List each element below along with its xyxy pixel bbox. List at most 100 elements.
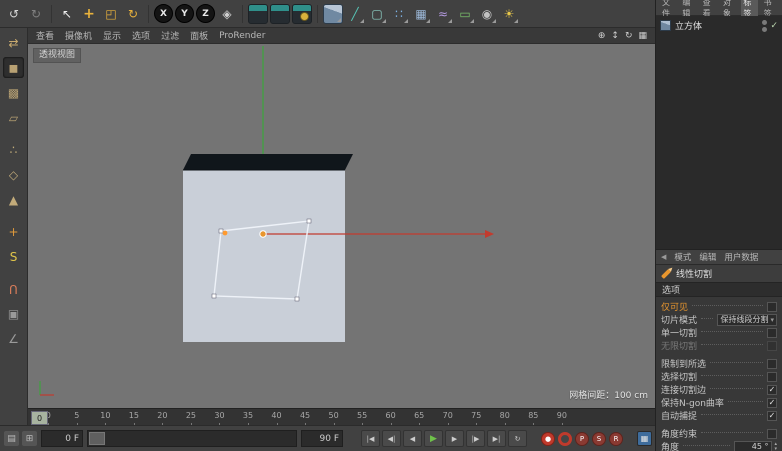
frame-range-slider[interactable]	[87, 430, 297, 447]
slice-mode-dropdown[interactable]: 保持线段分割 ▾	[717, 313, 777, 326]
timeline-tick[interactable]: 55	[348, 409, 377, 426]
restrict-to-selection-checkbox[interactable]	[767, 358, 777, 369]
timeline-tick[interactable]: 15	[120, 409, 149, 426]
timeline-tick[interactable]: 70	[433, 409, 462, 426]
workplane-mode-icon[interactable]: ▱	[3, 107, 24, 128]
viewport-menu-item[interactable]: 摄像机	[65, 29, 92, 42]
timeline-tick[interactable]: 10	[91, 409, 120, 426]
zoom-view-icon[interactable]: ↕	[611, 31, 619, 41]
viewport-menu-item[interactable]: 面板	[190, 29, 208, 42]
viewport-menu-item[interactable]: 查看	[36, 29, 54, 42]
timeline-tick[interactable]: 50	[319, 409, 348, 426]
cut-vertex-handle[interactable]	[211, 293, 217, 299]
snap-icon[interactable]: U	[3, 278, 24, 299]
x-axis-lock-button[interactable]: X	[154, 4, 173, 23]
record-rotation-button[interactable]: R	[609, 431, 623, 446]
loop-button[interactable]: ↻	[508, 430, 527, 447]
object-name[interactable]: 立方体	[675, 19, 702, 32]
viewport-menu-item[interactable]: 显示	[103, 29, 121, 42]
timeline-tick[interactable]: 75	[462, 409, 491, 426]
object-row-cube[interactable]: 立方体 ✓	[656, 16, 782, 35]
goto-start-button[interactable]: |◀	[361, 430, 380, 447]
live-selection-icon[interactable]: ↖	[57, 4, 77, 24]
enabled-check-icon[interactable]: ✓	[770, 21, 778, 31]
enable-axis-icon[interactable]: +	[3, 221, 24, 242]
frame-slider-handle[interactable]	[89, 432, 105, 445]
cut-vertex-handle[interactable]	[218, 228, 224, 234]
edges-mode-icon[interactable]: ◇	[3, 164, 24, 185]
scale-tool-icon[interactable]: ◰	[101, 4, 121, 24]
spline-pen-icon[interactable]: ╱	[345, 4, 365, 24]
autokey-button[interactable]	[558, 431, 572, 446]
quantize-icon[interactable]: ∠	[3, 328, 24, 349]
coordinate-system-icon[interactable]: ◈	[217, 4, 237, 24]
timeline-tick[interactable]: 85	[519, 409, 548, 426]
z-axis-lock-button[interactable]: Z	[196, 4, 215, 23]
camera-icon[interactable]: ◉	[477, 4, 497, 24]
render-visibility-dot[interactable]	[762, 26, 768, 32]
cube-front-face[interactable]	[183, 170, 345, 342]
visibility-dots[interactable]	[762, 19, 768, 32]
timeline-tick[interactable]: 20	[148, 409, 177, 426]
play-button[interactable]: ▶	[424, 430, 443, 447]
timeline-tick[interactable]: 30	[205, 409, 234, 426]
timeline-tick[interactable]: 45	[291, 409, 320, 426]
end-frame-field[interactable]: 90 F	[301, 430, 343, 447]
cube-top-face[interactable]	[183, 154, 353, 170]
scene-svg[interactable]	[28, 44, 655, 409]
preserve-ngon-curvature-checkbox[interactable]: ✓	[767, 397, 777, 408]
keyframe-selection-icon[interactable]: ▦	[637, 431, 652, 446]
rotate-tool-icon[interactable]: ↻	[123, 4, 143, 24]
visible-only-checkbox[interactable]	[767, 301, 777, 312]
current-frame-marker[interactable]: 0	[31, 411, 48, 425]
angle-field[interactable]: 45 °	[734, 440, 773, 451]
next-key-button[interactable]: |▶	[466, 430, 485, 447]
timeline-tick[interactable]: 35	[234, 409, 263, 426]
polygons-mode-icon[interactable]: ▲	[3, 189, 24, 210]
texture-mode-icon[interactable]: ▩	[3, 82, 24, 103]
viewport-solo-icon[interactable]: S	[3, 246, 24, 267]
volume-icon[interactable]: ▦	[411, 4, 431, 24]
single-cut-checkbox[interactable]	[767, 327, 777, 338]
prev-key-button[interactable]: ◀|	[382, 430, 401, 447]
x-axis-arrow-icon[interactable]	[485, 230, 494, 238]
y-axis-lock-button[interactable]: Y	[175, 4, 194, 23]
cut-vertex-handle[interactable]	[306, 218, 312, 224]
workplane-lock-icon[interactable]: ▣	[3, 303, 24, 324]
render-settings-icon[interactable]	[292, 3, 312, 24]
timeline-tick[interactable]: 5	[63, 409, 92, 426]
points-mode-icon[interactable]: ∴	[3, 139, 24, 160]
next-frame-button[interactable]: ▶	[445, 430, 464, 447]
mograph-icon[interactable]: ∷	[389, 4, 409, 24]
timeline-tick[interactable]: 65	[405, 409, 434, 426]
cut-vertex-handle[interactable]	[294, 296, 300, 302]
attributes-menu-item[interactable]: 用户数据	[724, 251, 758, 263]
simulate-icon[interactable]: ≈	[433, 4, 453, 24]
material-manager-icon[interactable]: ▤	[4, 431, 19, 446]
model-mode-icon[interactable]: ◼	[3, 57, 24, 78]
current-frame-field[interactable]: 0 F	[41, 430, 83, 447]
timeline[interactable]: 0 0 5 10 15 20 25 30 35 40 45 50 55 60 65 70 75 80 85 90	[28, 408, 655, 426]
record-keyframe-button[interactable]: ●	[541, 431, 555, 446]
editor-visibility-dot[interactable]	[762, 19, 768, 25]
coordinates-panel-icon[interactable]: ⊞	[22, 431, 37, 446]
redo-icon[interactable]: ↻	[26, 4, 46, 24]
record-position-button[interactable]: P	[575, 431, 589, 446]
viewport-menu-item[interactable]: 过滤	[161, 29, 179, 42]
select-cuts-checkbox[interactable]	[767, 371, 777, 382]
attributes-menu-item[interactable]: 编辑	[699, 251, 716, 263]
angle-spinner[interactable]: ▴ ▾	[774, 441, 777, 451]
timeline-tick[interactable]: 40	[262, 409, 291, 426]
viewport-menu-item[interactable]: ProRender	[219, 31, 265, 41]
object-manager[interactable]: 立方体 ✓	[656, 16, 782, 250]
timeline-ruler[interactable]: 0 0 5 10 15 20 25 30 35 40 45 50 55 60 65 70 75 80 85 90	[28, 409, 576, 426]
attributes-menu-item[interactable]: 模式	[674, 251, 691, 263]
render-view-icon[interactable]	[248, 3, 268, 24]
timeline-tick[interactable]: 60	[376, 409, 405, 426]
environment-floor-icon[interactable]: ▭	[455, 4, 475, 24]
toggle-views-icon[interactable]: ▦	[638, 31, 647, 41]
object-axis-center[interactable]	[259, 230, 267, 238]
auto-snap-checkbox[interactable]: ✓	[767, 410, 777, 421]
view-label[interactable]: 透视视图	[33, 48, 82, 63]
undo-icon[interactable]: ↺	[4, 4, 24, 24]
